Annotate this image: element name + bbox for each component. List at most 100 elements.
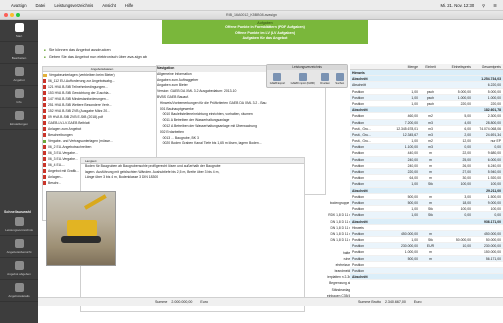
- col-header-gesamtpreis[interactable]: Gesamtpreis: [473, 64, 503, 69]
- menu-hilfe[interactable]: Hilfe: [125, 3, 133, 8]
- table-cell: [420, 262, 441, 267]
- sidebar-item-angebot[interactable]: Angebot: [0, 64, 38, 86]
- table-cell: 100,00: [460, 182, 471, 187]
- export-icon: [273, 73, 282, 81]
- table-cell: psch: [426, 89, 435, 94]
- sidebar-item-bearbeiten[interactable]: Bearbeiten: [0, 42, 38, 64]
- sidebar-item-start[interactable]: Start: [0, 20, 38, 42]
- pdf-icon: [43, 169, 46, 173]
- table-cell: 25,00: [462, 157, 472, 162]
- table-cell: Hinweis: [352, 225, 364, 230]
- nav-tree-item[interactable]: 0020 Boden Graben Kanal Tiefe bis 1,65 m…: [157, 141, 325, 147]
- table-cell: 6.240,00: [487, 163, 501, 168]
- table-cell: m: [429, 250, 432, 255]
- table-cell: [441, 249, 473, 254]
- sidebar-item-label: Angebot: [13, 78, 25, 82]
- pdf-icon: [43, 115, 46, 119]
- table-row[interactable]: Abschnitt: [350, 274, 503, 281]
- quick-item-details[interactable]: Angebotsdetails: [0, 280, 38, 302]
- table-cell: Position: [352, 182, 365, 187]
- table-cell: 0,00: [494, 145, 501, 150]
- table-cell: m: [429, 200, 432, 205]
- print-button[interactable]: Drucken: [320, 73, 330, 85]
- table-cell: [441, 70, 473, 75]
- col-header-einheit[interactable]: Einheit: [420, 64, 441, 69]
- menu-ansicht[interactable]: Ansicht: [102, 3, 116, 8]
- table-cell: 56.171,00: [485, 256, 501, 261]
- table-cell: 18,00: [462, 200, 472, 205]
- menu-app[interactable]: AvaSign: [11, 3, 27, 8]
- table-cell: [441, 76, 473, 81]
- gaeb-export-button[interactable]: GAEB Export: [270, 73, 285, 85]
- table-cell: Abschnitt: [352, 188, 368, 193]
- col-header-einheitspreis[interactable]: Einheitspreis: [441, 64, 473, 69]
- sidebar-item-label: Bearbeiten: [11, 56, 27, 60]
- table-cell: m: [429, 157, 432, 162]
- table-cell: Position: [352, 120, 365, 125]
- table-cell: 6.220,00: [487, 83, 501, 88]
- main-area: Aufgaben Offene Punkte in Formblättern (…: [38, 20, 503, 323]
- table-cell: 1,00: [411, 101, 418, 106]
- table-cell: Position: [352, 213, 365, 218]
- table-cell: Position: [352, 163, 365, 168]
- gear-icon: [14, 111, 24, 120]
- table-cell: Position: [352, 256, 365, 261]
- sidebar-item-label: Start: [15, 34, 23, 38]
- sidebar: Start Bearbeiten Angebot Info Einstellun…: [0, 20, 38, 323]
- table-cell: 1.000,00: [404, 250, 418, 255]
- table-cell: 460,00: [407, 114, 418, 119]
- search-icon: [335, 73, 344, 81]
- table-cell: 440,00: [407, 151, 418, 156]
- table-cell: m3: [428, 126, 433, 131]
- table-cell: 1,00: [411, 95, 418, 100]
- table-cell: m2: [428, 139, 433, 144]
- sidebar-item-einstellungen[interactable]: Einstellungen: [0, 108, 38, 130]
- list-icon[interactable]: ☰: [493, 3, 497, 8]
- table-cell: 1,00: [411, 207, 418, 212]
- table-cell: [388, 262, 420, 267]
- col-header-menge[interactable]: Menge: [388, 64, 420, 69]
- table-cell: 22,00: [462, 151, 472, 156]
- search-button[interactable]: Suchen: [335, 73, 344, 85]
- table-cell: 450.000,00: [484, 231, 501, 236]
- task-offer-link[interactable]: Aufgaben für das Angebot: [162, 36, 368, 42]
- table-cell: [420, 76, 441, 81]
- task-banner: Aufgaben Offene Punkte in Formblättern (…: [162, 20, 368, 44]
- table-cell: 500,00: [407, 256, 418, 261]
- gaeb-import-button[interactable]: GAEB Import (DA86): [291, 73, 315, 85]
- table-cell: 5.940,00: [487, 170, 501, 174]
- table-cell: [473, 268, 503, 273]
- table-cell: [441, 82, 473, 87]
- table-cell: [388, 268, 420, 273]
- table-cell: [473, 225, 503, 230]
- table-cell: m: [429, 256, 432, 261]
- table-cell: 29.211,00: [486, 188, 501, 193]
- menu-datei[interactable]: Datei: [36, 3, 46, 8]
- pdf-icon: [43, 97, 46, 101]
- table-cell: Abschnitt: [352, 83, 366, 88]
- send-icon: [14, 261, 24, 270]
- quick-item-label: Angebotsdetails: [8, 294, 30, 298]
- table-cell: Hinweis: [352, 71, 365, 75]
- menu-bar: AvaSign Datei Leistungsverzeichnis Ansic…: [0, 0, 503, 11]
- table-cell: psch: [426, 101, 435, 106]
- table-cell: [420, 268, 441, 273]
- table-cell: [420, 219, 441, 224]
- home-icon: [14, 23, 24, 32]
- table-cell: 3,00: [464, 194, 471, 199]
- table-cell: [441, 268, 473, 273]
- search-icon[interactable]: ⚲: [482, 3, 485, 8]
- menu-leistungsverzeichnis[interactable]: Leistungsverzeichnis: [54, 3, 93, 8]
- quick-item-abgeben[interactable]: Angebot abgeben: [0, 258, 38, 280]
- table-cell: Posit., Gru...: [352, 139, 371, 144]
- table-cell: 1.254.734,03: [481, 77, 501, 82]
- table-cell: Position: [352, 101, 365, 106]
- table-cell: 12.345.678,01: [396, 126, 418, 131]
- pdf-icon: [43, 133, 46, 137]
- pdf-icon: [43, 163, 46, 167]
- table-cell: 4,00: [464, 120, 471, 125]
- quick-item-uebersicht[interactable]: Angebotsübersicht: [0, 236, 38, 258]
- sidebar-item-info[interactable]: Info: [0, 86, 38, 108]
- table-cell: 500,00: [407, 194, 418, 199]
- quick-item-lv[interactable]: Leistungsverzeichnis: [0, 214, 38, 236]
